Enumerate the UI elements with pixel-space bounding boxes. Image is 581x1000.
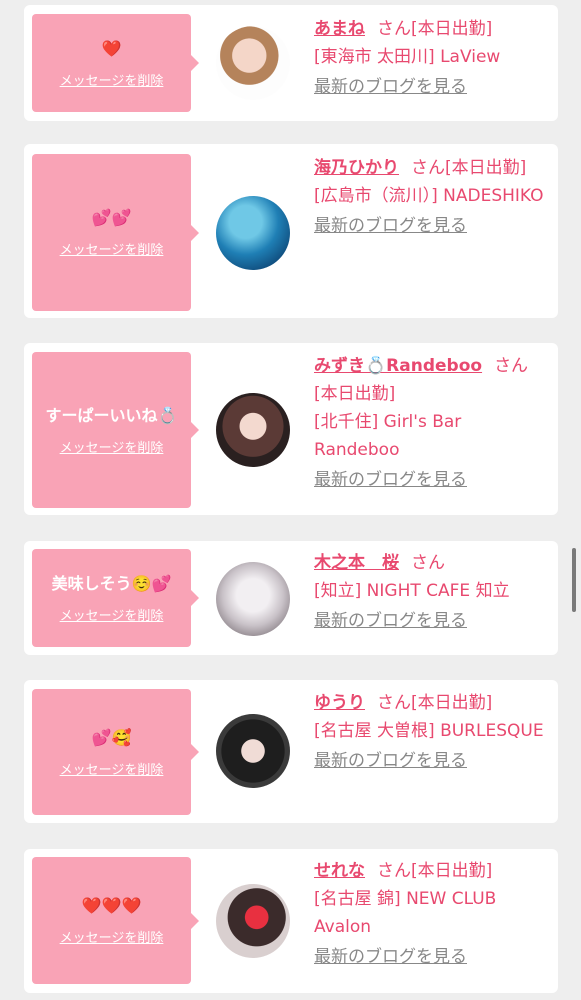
- girl-info: せれな さん[本日出勤] [名古屋 錦] NEW CLUB Avalon 最新のブ…: [314, 857, 550, 971]
- avatar[interactable]: [216, 196, 290, 270]
- message-bubble: すーぱーいいね💍 メッセージを削除: [32, 352, 199, 508]
- girl-name-link[interactable]: せれな: [314, 861, 365, 881]
- girl-location: [知立] NIGHT CAFE 知立: [314, 581, 510, 601]
- message-card: ❤️❤️❤️ メッセージを削除 せれな さん[本日出勤] [名古屋 錦] NEW …: [24, 849, 558, 993]
- girl-info: あまね さん[本日出勤] [東海市 太田川] LaView 最新のブログを見る: [314, 15, 550, 101]
- message-card: 美味しそう☺️💕 メッセージを削除 木之本 桜さん [知立] NIGHT CAF…: [24, 541, 558, 655]
- message-text: すーぱーいいね💍: [45, 405, 178, 425]
- girl-location: [北千住] Girl's Bar Randeboo: [314, 412, 462, 460]
- message-card: 💕🥰 メッセージを削除 ゆうり さん[本日出勤] [名古屋 大曽根] BURLES…: [24, 680, 558, 823]
- avatar[interactable]: [216, 714, 290, 788]
- message-text: 美味しそう☺️💕: [51, 573, 172, 593]
- message-text: 💕🥰: [91, 727, 132, 747]
- delete-message-link[interactable]: メッセージを削除: [60, 239, 164, 258]
- message-bubble: ❤️❤️❤️ メッセージを削除: [32, 857, 199, 984]
- girl-info: 木之本 桜さん [知立] NIGHT CAFE 知立 最新のブログを見る: [314, 549, 550, 635]
- latest-blog-link[interactable]: 最新のブログを見る: [314, 212, 550, 240]
- latest-blog-link[interactable]: 最新のブログを見る: [314, 73, 550, 101]
- delete-message-link[interactable]: メッセージを削除: [60, 70, 164, 89]
- delete-message-link[interactable]: メッセージを削除: [60, 927, 164, 946]
- latest-blog-link[interactable]: 最新のブログを見る: [314, 607, 550, 635]
- girl-suffix: さん[本日出勤]: [377, 19, 493, 39]
- girl-location: [名古屋 錦] NEW CLUB Avalon: [314, 889, 497, 937]
- message-bubble: ❤️ メッセージを削除: [32, 14, 199, 112]
- message-text: 💕💕: [91, 208, 132, 227]
- message-card: すーぱーいいね💍 メッセージを削除 みずき💍Randeboo さん[本日出勤] […: [24, 343, 558, 515]
- girl-location: [東海市 太田川] LaView: [314, 47, 501, 67]
- girl-info: 海乃ひかり さん[本日出勤] [広島市（流川）] NADESHIKO 最新のブログ…: [314, 154, 550, 240]
- girl-suffix: さん[本日出勤]: [411, 158, 527, 178]
- delete-message-link[interactable]: メッセージを削除: [60, 437, 164, 456]
- girl-suffix: さん[本日出勤]: [377, 861, 493, 881]
- latest-blog-link[interactable]: 最新のブログを見る: [314, 943, 550, 971]
- girl-info: ゆうり さん[本日出勤] [名古屋 大曽根] BURLESQUE 最新のブログを見…: [314, 689, 550, 775]
- girl-name-link[interactable]: 海乃ひかり: [314, 158, 399, 178]
- girl-name-link[interactable]: みずき💍Randeboo: [314, 356, 482, 376]
- scrollbar[interactable]: [572, 548, 576, 612]
- avatar[interactable]: [216, 884, 290, 958]
- message-bubble: 💕💕 メッセージを削除: [32, 154, 199, 311]
- avatar[interactable]: [216, 26, 290, 100]
- girl-name-link[interactable]: あまね: [314, 19, 365, 39]
- latest-blog-link[interactable]: 最新のブログを見る: [314, 747, 550, 775]
- avatar[interactable]: [216, 562, 290, 636]
- girl-location: [名古屋 大曽根] BURLESQUE: [314, 721, 544, 741]
- message-card: ❤️ メッセージを削除 あまね さん[本日出勤] [東海市 太田川] LaView…: [24, 5, 558, 121]
- latest-blog-link[interactable]: 最新のブログを見る: [314, 466, 550, 494]
- message-bubble: 美味しそう☺️💕 メッセージを削除: [32, 549, 199, 647]
- girl-name-link[interactable]: ゆうり: [314, 693, 365, 713]
- message-text: ❤️❤️❤️: [81, 896, 142, 915]
- avatar[interactable]: [216, 393, 290, 467]
- girl-suffix: さん[本日出勤]: [377, 693, 493, 713]
- message-card: 💕💕 メッセージを削除 海乃ひかり さん[本日出勤] [広島市（流川）] NADE…: [24, 144, 558, 318]
- delete-message-link[interactable]: メッセージを削除: [60, 759, 164, 778]
- girl-name-link[interactable]: 木之本 桜: [314, 553, 399, 573]
- girl-info: みずき💍Randeboo さん[本日出勤] [北千住] Girl's Bar Ra…: [314, 352, 550, 494]
- girl-suffix: さん: [411, 553, 445, 573]
- message-bubble: 💕🥰 メッセージを削除: [32, 689, 199, 815]
- message-text: ❤️: [101, 38, 122, 58]
- girl-location: [広島市（流川）] NADESHIKO: [314, 186, 544, 206]
- delete-message-link[interactable]: メッセージを削除: [60, 605, 164, 624]
